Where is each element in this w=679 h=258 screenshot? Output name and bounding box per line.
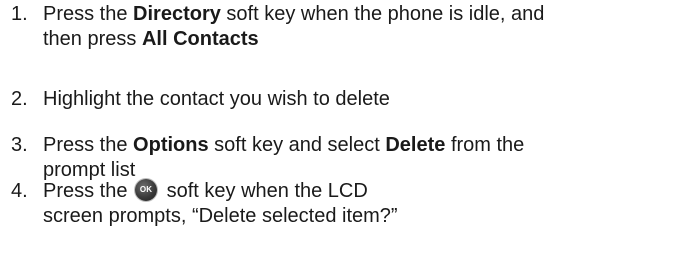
- step-text: Highlight the contact you wish to delete: [43, 87, 675, 112]
- step-text: Press the OK soft key when the LCD scree…: [43, 179, 675, 229]
- directory-key-label: Directory: [133, 3, 221, 25]
- options-key-label: Options: [133, 134, 209, 156]
- step-text-run: then press: [43, 28, 142, 50]
- all-contacts-label: All Contacts: [141, 28, 259, 50]
- step-text-run: Press the: [43, 3, 134, 25]
- step-number: 2.: [11, 88, 28, 110]
- step-number: 4.: [11, 180, 28, 202]
- step-text: Press the Directory soft key when the ph…: [43, 2, 675, 52]
- instruction-steps: 1. Press the Directory soft key when the…: [0, 0, 679, 258]
- step-line: screen prompts, “Delete selected item?”: [43, 205, 398, 227]
- ok-icon-label: OK: [139, 185, 153, 194]
- delete-option-label: Delete: [385, 134, 446, 156]
- step-text-run: Press the: [43, 134, 134, 156]
- step-text-run: from the: [445, 134, 525, 156]
- step-text-run: soft key and select: [208, 134, 386, 156]
- step-text: Press the Options soft key and select De…: [43, 133, 675, 183]
- step-number: 1.: [11, 3, 28, 25]
- step-line: then press All Contacts: [43, 27, 675, 52]
- step-number: 3.: [11, 134, 28, 156]
- step-text-run: soft key when the LCD: [161, 180, 368, 202]
- step-line: Press the Directory soft key when the ph…: [43, 2, 675, 27]
- step-line: Highlight the contact you wish to delete: [43, 88, 390, 110]
- ok-button-icon: OK: [135, 179, 158, 201]
- step-line: Press the OK soft key when the LCD: [43, 179, 675, 204]
- step-text-run: soft key when the phone is idle, and: [220, 3, 545, 25]
- step-text-run: Press the: [43, 180, 134, 202]
- step-line: Press the Options soft key and select De…: [43, 133, 675, 158]
